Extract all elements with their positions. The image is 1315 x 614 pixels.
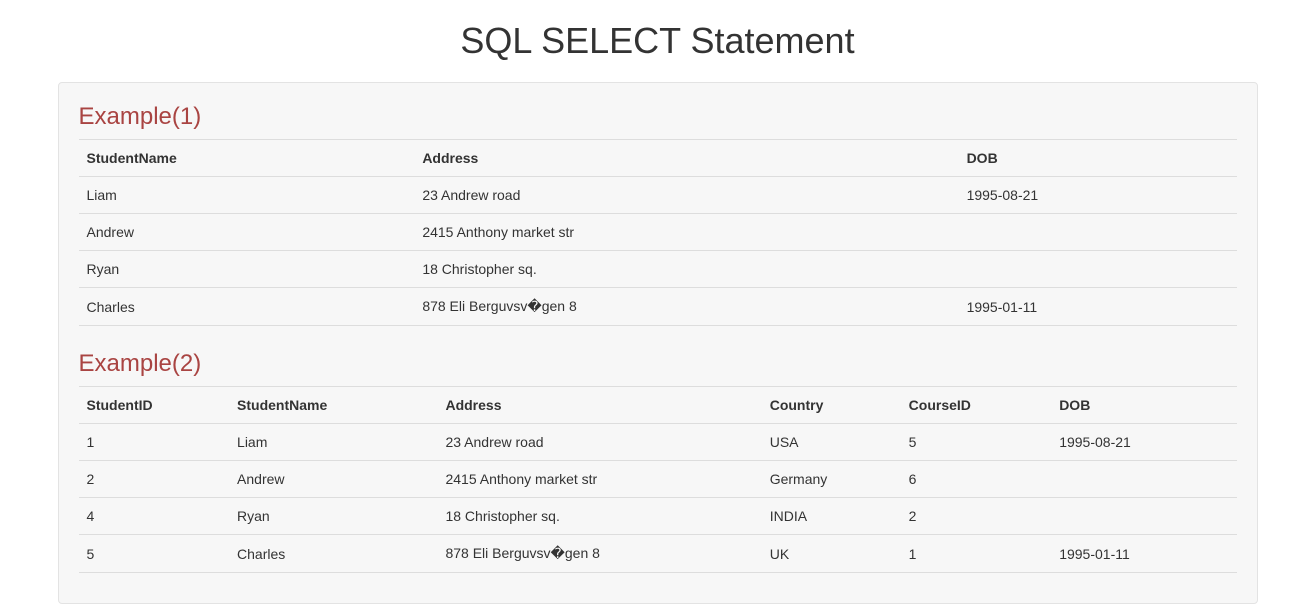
table-header: Address — [414, 140, 958, 177]
table-row: Liam 23 Andrew road 1995-08-21 — [79, 177, 1237, 214]
table-cell: Ryan — [229, 498, 437, 535]
table-cell — [959, 251, 1237, 288]
table-cell: 2415 Anthony market str — [437, 461, 761, 498]
table-cell: 4 — [79, 498, 230, 535]
example1-table: StudentName Address DOB Liam 23 Andrew r… — [79, 139, 1237, 326]
table-cell: 1995-01-11 — [959, 288, 1237, 326]
table-header: CourseID — [901, 387, 1052, 424]
table-cell: Liam — [229, 424, 437, 461]
table-cell — [1051, 498, 1236, 535]
table-row: 4 Ryan 18 Christopher sq. INDIA 2 — [79, 498, 1237, 535]
table-cell: USA — [762, 424, 901, 461]
table-cell: 6 — [901, 461, 1052, 498]
table-header: DOB — [959, 140, 1237, 177]
table-cell: 878 Eli Berguvsv�gen 8 — [414, 288, 958, 326]
table-header: Address — [437, 387, 761, 424]
table-cell: Germany — [762, 461, 901, 498]
table-cell: 5 — [79, 535, 230, 573]
table-cell: INDIA — [762, 498, 901, 535]
table-cell: 1995-01-11 — [1051, 535, 1236, 573]
table-row: 1 Liam 23 Andrew road USA 5 1995-08-21 — [79, 424, 1237, 461]
table-cell: 5 — [901, 424, 1052, 461]
example1-heading: Example(1) — [79, 103, 1237, 131]
table-cell: Andrew — [229, 461, 437, 498]
table-cell: 23 Andrew road — [414, 177, 958, 214]
table-header: StudentName — [229, 387, 437, 424]
table-cell: 878 Eli Berguvsv�gen 8 — [437, 535, 761, 573]
table-cell — [959, 214, 1237, 251]
page-title: SQL SELECT Statement — [58, 20, 1258, 62]
example2-heading: Example(2) — [79, 350, 1237, 378]
table-cell: Charles — [79, 288, 415, 326]
table-cell: 2 — [901, 498, 1052, 535]
table-row: 5 Charles 878 Eli Berguvsv�gen 8 UK 1 19… — [79, 535, 1237, 573]
table-cell: 18 Christopher sq. — [437, 498, 761, 535]
table-header: StudentID — [79, 387, 230, 424]
table-cell: 2 — [79, 461, 230, 498]
table-cell — [1051, 461, 1236, 498]
example2-table: StudentID StudentName Address Country Co… — [79, 386, 1237, 573]
table-cell: 1995-08-21 — [959, 177, 1237, 214]
table-row: Andrew 2415 Anthony market str — [79, 214, 1237, 251]
table-cell: 1995-08-21 — [1051, 424, 1236, 461]
table-row: Ryan 18 Christopher sq. — [79, 251, 1237, 288]
table-row: 2 Andrew 2415 Anthony market str Germany… — [79, 461, 1237, 498]
table-cell: 2415 Anthony market str — [414, 214, 958, 251]
table-header: StudentName — [79, 140, 415, 177]
table-header: Country — [762, 387, 901, 424]
table-cell: Liam — [79, 177, 415, 214]
table-cell: 1 — [79, 424, 230, 461]
table-cell: Charles — [229, 535, 437, 573]
table-header: DOB — [1051, 387, 1236, 424]
table-cell: 1 — [901, 535, 1052, 573]
table-cell: 18 Christopher sq. — [414, 251, 958, 288]
table-cell: Andrew — [79, 214, 415, 251]
table-cell: UK — [762, 535, 901, 573]
content-panel: Example(1) StudentName Address DOB Liam … — [58, 82, 1258, 604]
table-cell: 23 Andrew road — [437, 424, 761, 461]
table-cell: Ryan — [79, 251, 415, 288]
table-row: Charles 878 Eli Berguvsv�gen 8 1995-01-1… — [79, 288, 1237, 326]
